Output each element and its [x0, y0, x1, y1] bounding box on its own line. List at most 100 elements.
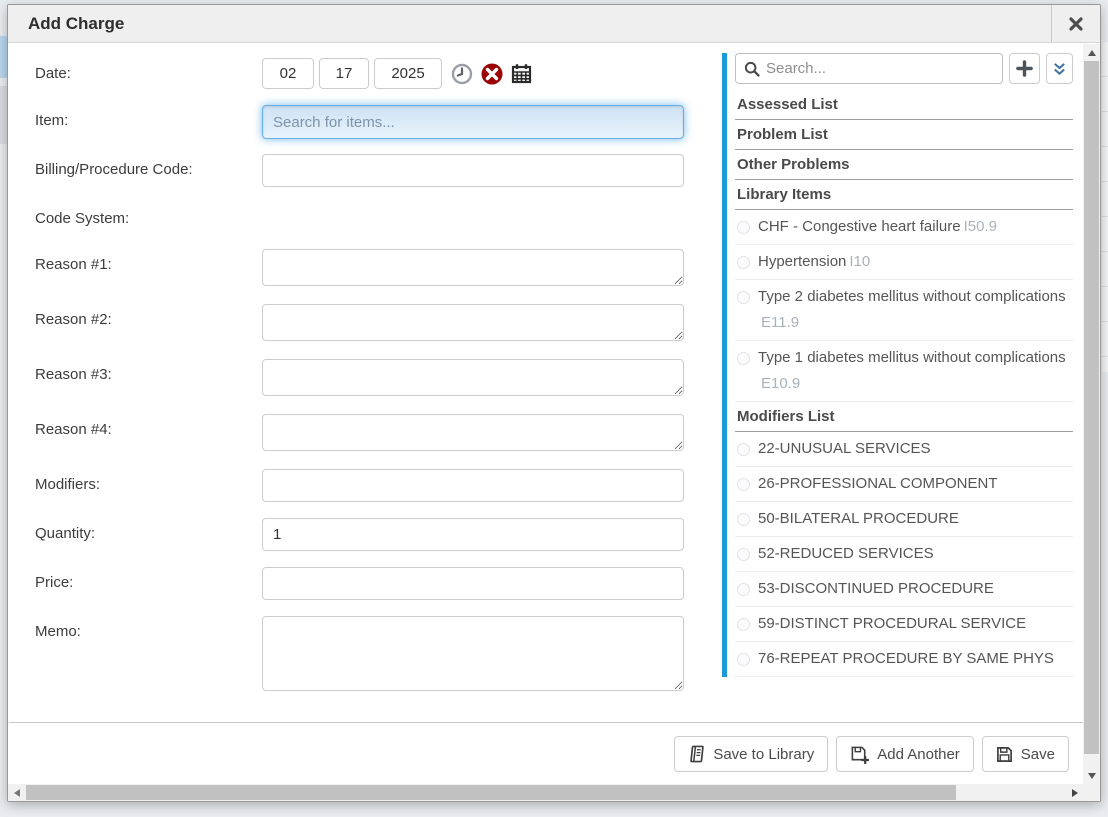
reason1-row: Reason #1: — [35, 249, 684, 291]
reason3-textarea[interactable] — [262, 359, 684, 396]
memo-textarea[interactable] — [262, 616, 684, 691]
radio-circle-icon — [737, 513, 750, 526]
item-search-input[interactable] — [262, 105, 684, 139]
scroll-up-arrow[interactable] — [1083, 44, 1100, 61]
code-system-value — [262, 203, 684, 233]
list-item-modifier-50[interactable]: 50-BILATERAL PROCEDURE — [735, 502, 1073, 537]
add-another-label: Add Another — [877, 746, 960, 763]
save-button[interactable]: Save — [982, 736, 1069, 772]
search-icon — [744, 61, 760, 77]
reason1-textarea[interactable] — [262, 249, 684, 286]
panel-search-input[interactable] — [766, 60, 994, 77]
charge-form: Date: — [35, 44, 684, 696]
item-code: E10.9 — [761, 375, 800, 392]
add-another-button[interactable]: Add Another — [836, 736, 974, 772]
scroll-right-arrow[interactable] — [1066, 784, 1083, 801]
list-item-modifier-26[interactable]: 26-PROFESSIONAL COMPONENT — [735, 467, 1073, 502]
dialog-title: Add Charge — [8, 14, 124, 34]
modifiers-row: Modifiers: — [35, 469, 684, 502]
horizontal-scrollbar-thumb[interactable] — [26, 785, 956, 800]
section-modifiers-list[interactable]: Modifiers List — [735, 402, 1073, 432]
reason4-row: Reason #4: — [35, 414, 684, 456]
list-item-modifier-76[interactable]: 76-REPEAT PROCEDURE BY SAME PHYS — [735, 642, 1073, 677]
dialog-header: Add Charge — [8, 5, 1100, 43]
list-item-modifier-59[interactable]: 59-DISTINCT PROCEDURAL SERVICE — [735, 607, 1073, 642]
problem-library-panel: Assessed List Problem List Other Problem… — [722, 53, 1073, 677]
price-label: Price: — [35, 567, 262, 600]
list-item-type2-diabetes[interactable]: Type 2 diabetes mellitus without complic… — [735, 280, 1073, 341]
reason2-textarea[interactable] — [262, 304, 684, 341]
item-code: I10 — [849, 253, 870, 270]
list-item-type1-diabetes[interactable]: Type 1 diabetes mellitus without complic… — [735, 341, 1073, 402]
save-plus-icon — [850, 745, 869, 764]
save-label: Save — [1021, 746, 1055, 763]
date-label: Date: — [35, 58, 262, 89]
reason3-label: Reason #3: — [35, 359, 262, 401]
reason3-row: Reason #3: — [35, 359, 684, 401]
close-icon — [1069, 17, 1083, 31]
item-name: Type 1 diabetes mellitus without complic… — [758, 349, 1066, 366]
modifiers-input[interactable] — [262, 469, 684, 502]
collapse-all-button[interactable] — [1046, 53, 1073, 84]
billing-code-input[interactable] — [262, 154, 684, 187]
price-input[interactable] — [262, 567, 684, 600]
memo-row: Memo: — [35, 616, 684, 696]
price-row: Price: — [35, 567, 684, 600]
vertical-scrollbar[interactable] — [1083, 44, 1100, 784]
vertical-scrollbar-thumb[interactable] — [1084, 61, 1099, 754]
radio-circle-icon — [737, 478, 750, 491]
list-item-modifier-22[interactable]: 22-UNUSUAL SERVICES — [735, 432, 1073, 467]
list-item-modifier-52[interactable]: 52-REDUCED SERVICES — [735, 537, 1073, 572]
horizontal-scrollbar[interactable] — [8, 784, 1083, 801]
reason1-label: Reason #1: — [35, 249, 262, 291]
list-item-hypertension[interactable]: HypertensionI10 — [735, 245, 1073, 280]
memo-label: Memo: — [35, 616, 262, 696]
quantity-input[interactable] — [262, 518, 684, 551]
reason2-label: Reason #2: — [35, 304, 262, 346]
background-table-sliver — [1102, 42, 1108, 372]
billing-code-label: Billing/Procedure Code: — [35, 154, 262, 187]
radio-circle-icon — [737, 443, 750, 456]
item-row: Item: — [35, 105, 684, 139]
section-library-items[interactable]: Library Items — [735, 180, 1073, 210]
list-item-chf[interactable]: CHF - Congestive heart failureI50.9 — [735, 210, 1073, 245]
add-charge-dialog: Add Charge Date: — [7, 4, 1101, 802]
reason2-row: Reason #2: — [35, 304, 684, 346]
scrollbar-corner — [1083, 784, 1100, 801]
dialog-body: Date: — [8, 44, 1100, 801]
date-month-input[interactable] — [262, 58, 314, 89]
item-name: Hypertension — [758, 253, 846, 270]
radio-circle-icon — [737, 256, 750, 269]
item-name: CHF - Congestive heart failure — [758, 218, 961, 235]
list-item-modifier-53[interactable]: 53-DISCONTINUED PROCEDURE — [735, 572, 1073, 607]
code-system-row: Code System: — [35, 203, 684, 233]
section-assessed-list[interactable]: Assessed List — [735, 90, 1073, 120]
reason4-label: Reason #4: — [35, 414, 262, 456]
date-year-input[interactable] — [374, 58, 442, 89]
clock-icon[interactable] — [451, 63, 473, 85]
scroll-down-arrow[interactable] — [1083, 767, 1100, 784]
item-name: Type 2 diabetes mellitus without complic… — [758, 288, 1066, 305]
clear-date-icon[interactable] — [481, 63, 503, 85]
modifiers-label: Modifiers: — [35, 469, 262, 502]
radio-circle-icon — [737, 352, 750, 365]
reason4-textarea[interactable] — [262, 414, 684, 451]
calendar-icon[interactable] — [511, 63, 532, 84]
scroll-left-arrow[interactable] — [8, 784, 25, 801]
item-label: Item: — [35, 105, 262, 139]
section-other-problems[interactable]: Other Problems — [735, 150, 1073, 180]
date-day-input[interactable] — [319, 58, 369, 89]
close-button[interactable] — [1051, 5, 1100, 42]
code-system-label: Code System: — [35, 203, 262, 233]
book-icon — [688, 745, 705, 763]
section-problem-list[interactable]: Problem List — [735, 120, 1073, 150]
double-chevron-down-icon — [1052, 61, 1067, 77]
panel-search-row — [735, 53, 1073, 84]
plus-icon — [1016, 60, 1033, 77]
panel-search-box[interactable] — [735, 53, 1003, 84]
item-code: E11.9 — [761, 314, 799, 331]
radio-circle-icon — [737, 583, 750, 596]
floppy-disk-icon — [996, 746, 1013, 763]
save-to-library-button[interactable]: Save to Library — [674, 736, 828, 772]
add-item-button[interactable] — [1009, 53, 1040, 84]
